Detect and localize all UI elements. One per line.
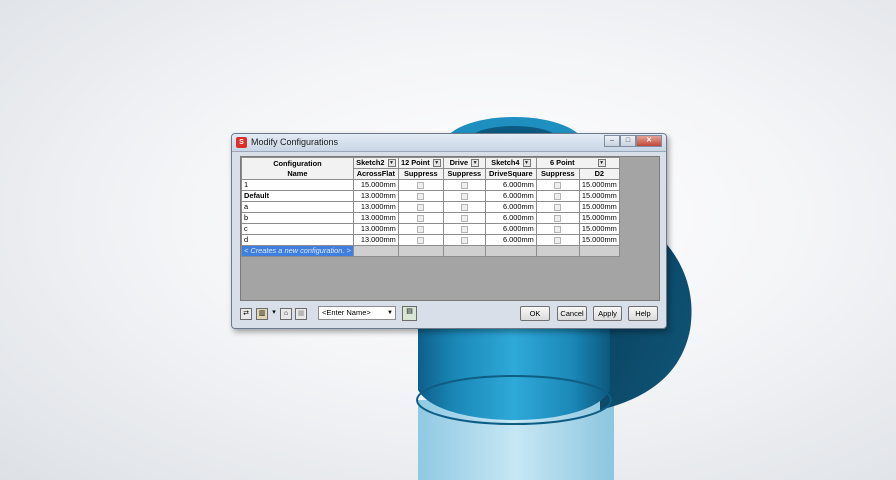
chevron-down-icon: ▼ — [432, 159, 441, 167]
feature-header-sketch2[interactable]: Sketch2 ▼ — [352, 157, 399, 169]
cancel-button[interactable]: Cancel — [557, 306, 587, 321]
configuration-name-header[interactable]: Configuration Name — [241, 157, 354, 180]
config-name-cell[interactable]: d — [241, 234, 354, 246]
across-flat-cell[interactable]: 15.000mm — [352, 179, 399, 191]
across-flat-cell[interactable]: 13.000mm — [352, 190, 399, 202]
help-button[interactable]: Help — [628, 306, 658, 321]
save-table-icon[interactable]: ⌂ — [280, 308, 292, 320]
new-configuration-cell[interactable]: < Creates a new configuration. > — [241, 245, 354, 257]
config-name-cell[interactable]: Default — [241, 190, 354, 202]
close-button[interactable]: ✕ — [636, 135, 662, 147]
ok-button[interactable]: OK — [520, 306, 550, 321]
suppress-checkbox[interactable] — [535, 212, 580, 224]
parameters-icon[interactable]: ▥ — [256, 308, 268, 320]
chevron-down-icon: ▼ — [471, 159, 480, 167]
solidworks-icon: S — [236, 137, 247, 148]
suppress-checkbox[interactable] — [442, 179, 486, 191]
suppress-checkbox[interactable] — [397, 190, 444, 202]
config-name-cell[interactable]: 1 — [241, 179, 354, 191]
suppress-checkbox[interactable] — [442, 234, 486, 246]
suppress-checkbox[interactable] — [535, 234, 580, 246]
d2-cell[interactable]: 15.000mm — [578, 223, 620, 235]
feature-header-12point[interactable]: 12 Point ▼ — [397, 157, 444, 169]
new-configuration-row[interactable]: < Creates a new configuration. > — [241, 245, 620, 257]
chevron-down-icon: ▼ — [522, 159, 531, 167]
suppress-checkbox[interactable] — [397, 201, 444, 213]
across-flat-cell[interactable]: 13.000mm — [352, 212, 399, 224]
across-flat-cell[interactable]: 13.000mm — [352, 234, 399, 246]
d2-cell[interactable]: 15.000mm — [578, 190, 620, 202]
config-name-cell[interactable]: b — [241, 212, 354, 224]
suppress-checkbox[interactable] — [397, 234, 444, 246]
drive-square-cell[interactable]: 6.000mm — [484, 234, 537, 246]
modify-configurations-dialog: S Modify Configurations – □ ✕ Configurat… — [231, 133, 667, 329]
suppress-checkbox[interactable] — [442, 190, 486, 202]
suppress-checkbox[interactable] — [397, 212, 444, 224]
drive-square-cell[interactable]: 6.000mm — [484, 190, 537, 202]
drive-square-cell[interactable]: 6.000mm — [484, 179, 537, 191]
param-header: D2 — [578, 168, 620, 180]
feature-header-sketch4[interactable]: Sketch4 ▼ — [484, 157, 537, 169]
bottom-toolbar: ⇄ ▥ ▾ ⌂ ▦ <Enter Name> ▼ ▤ OK Cancel App… — [232, 304, 666, 328]
across-flat-cell[interactable]: 13.000mm — [352, 223, 399, 235]
drive-square-cell[interactable]: 6.000mm — [484, 201, 537, 213]
minimize-button[interactable]: – — [604, 135, 620, 147]
suppress-checkbox[interactable] — [535, 223, 580, 235]
d2-cell[interactable]: 15.000mm — [578, 201, 620, 213]
chevron-down-icon: ▼ — [387, 310, 393, 316]
drive-square-cell[interactable]: 6.000mm — [484, 212, 537, 224]
feature-header-drive[interactable]: Drive ▼ — [442, 157, 486, 169]
delete-table-icon[interactable]: ▦ — [295, 308, 307, 320]
configuration-table-area[interactable]: Configuration Name Sketch2 ▼ 12 Point ▼ Dr… — [240, 156, 660, 301]
table-row[interactable]: c 13.000mm 6.000mm 15.000mm — [241, 223, 620, 235]
table-view-icon[interactable]: ⇄ — [240, 308, 252, 320]
suppress-checkbox[interactable] — [397, 223, 444, 235]
suppress-checkbox[interactable] — [535, 179, 580, 191]
param-header: AcrossFlat — [352, 168, 399, 180]
chevron-down-icon: ▼ — [387, 159, 396, 167]
feature-header-6point[interactable]: 6 Point ▼ — [535, 157, 620, 169]
across-flat-cell[interactable]: 13.000mm — [352, 201, 399, 213]
suppress-checkbox[interactable] — [535, 190, 580, 202]
table-name-select[interactable]: <Enter Name> ▼ — [318, 306, 396, 320]
configuration-table: Configuration Name Sketch2 ▼ 12 Point ▼ Dr… — [241, 157, 620, 257]
title-bar: S Modify Configurations – □ ✕ — [232, 134, 666, 152]
d2-cell[interactable]: 15.000mm — [578, 179, 620, 191]
config-name-cell[interactable]: a — [241, 201, 354, 213]
apply-button[interactable]: Apply — [593, 306, 622, 321]
d2-cell[interactable]: 15.000mm — [578, 212, 620, 224]
chevron-down-icon[interactable]: ▾ — [270, 308, 278, 320]
table-row[interactable]: d 13.000mm 6.000mm 15.000mm — [241, 234, 620, 246]
suppress-checkbox[interactable] — [442, 223, 486, 235]
suppress-checkbox[interactable] — [442, 201, 486, 213]
suppress-checkbox[interactable] — [535, 201, 580, 213]
param-header: Suppress — [442, 168, 486, 180]
table-row[interactable]: 1 15.000mm 6.000mm 15.000mm — [241, 179, 620, 191]
suppress-checkbox[interactable] — [397, 179, 444, 191]
table-row[interactable]: b 13.000mm 6.000mm 15.000mm — [241, 212, 620, 224]
chevron-down-icon: ▼ — [597, 159, 606, 167]
suppress-checkbox[interactable] — [442, 212, 486, 224]
export-table-icon[interactable]: ▤ — [402, 306, 417, 321]
param-header: Suppress — [397, 168, 444, 180]
param-header: DriveSquare — [484, 168, 537, 180]
table-row[interactable]: a 13.000mm 6.000mm 15.000mm — [241, 201, 620, 213]
maximize-button[interactable]: □ — [620, 135, 636, 147]
drive-square-cell[interactable]: 6.000mm — [484, 223, 537, 235]
d2-cell[interactable]: 15.000mm — [578, 234, 620, 246]
dialog-title: Modify Configurations — [251, 137, 339, 147]
config-name-cell[interactable]: c — [241, 223, 354, 235]
table-row[interactable]: Default 13.000mm 6.000mm 15.000mm — [241, 190, 620, 202]
param-header: Suppress — [535, 168, 580, 180]
